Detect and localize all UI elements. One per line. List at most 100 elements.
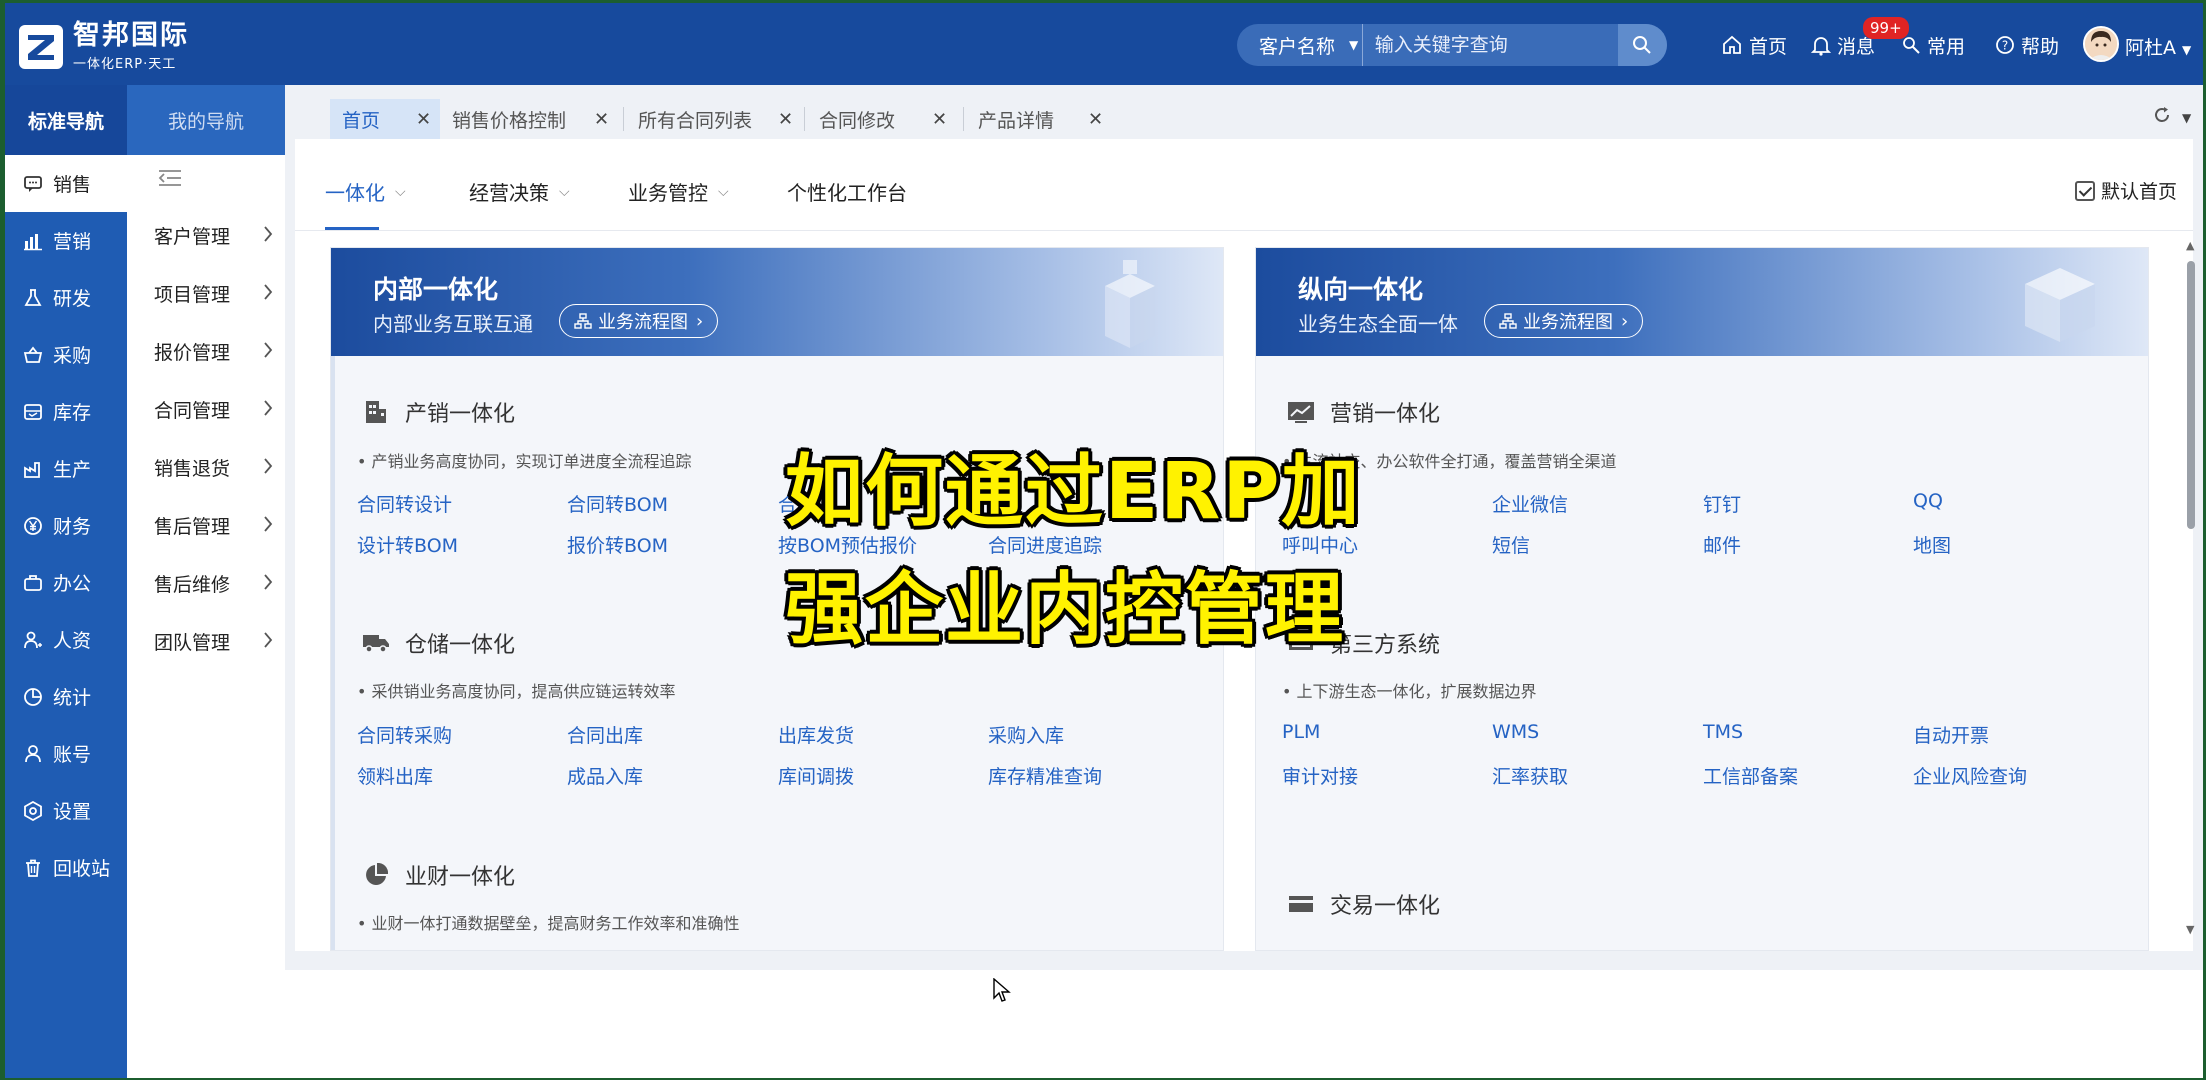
sidebar-item[interactable]: 库存 (5, 383, 127, 440)
submenu-item[interactable]: 客户管理 (127, 206, 285, 264)
tab-integration[interactable]: 一体化 ⌵ (325, 177, 406, 206)
sidebar-item[interactable]: 账号 (5, 725, 127, 782)
tab-business-decision[interactable]: 经营决策 ⌵ (469, 177, 570, 206)
tab-standard-nav[interactable]: 标准导航 (5, 85, 127, 155)
group-description: • 上下游生态一体化，扩展数据边界 (1282, 682, 1537, 701)
default-home-checkbox[interactable]: 默认首页 (2075, 177, 2177, 204)
page-tab-contract-list[interactable]: 所有合同列表 ✕ (638, 99, 793, 139)
link-quote-to-bom[interactable]: 报价转BOM (567, 531, 668, 558)
submenu-item[interactable]: 项目管理 (127, 264, 285, 322)
flow-chart-icon (574, 313, 592, 329)
tab-label: 业务管控 (628, 181, 708, 205)
sidebar-item[interactable]: 销售 (5, 155, 127, 212)
group-description: • 产销业务高度协同，实现订单进度全流程追踪 (357, 452, 692, 471)
close-icon[interactable]: ✕ (778, 109, 793, 130)
scroll-up-icon[interactable]: ▲ (2186, 239, 2194, 252)
link-audit[interactable]: 审计对接 (1282, 762, 1358, 789)
link-contract-to-purchase[interactable]: 合同转采购 (357, 721, 452, 748)
link-sms[interactable]: 短信 (1492, 531, 1530, 558)
submenu-item[interactable]: 报价管理 (127, 322, 285, 380)
sidebar-item[interactable]: 办公 (5, 554, 127, 611)
link-design-to-bom[interactable]: 设计转BOM (357, 531, 458, 558)
close-icon[interactable]: ✕ (932, 109, 947, 130)
submenu-item[interactable]: 合同管理 (127, 380, 285, 438)
link-contract-to-bom[interactable]: 合同转BOM (567, 490, 668, 517)
top-nav-help[interactable]: ? 帮助 (1995, 27, 2059, 63)
sidebar-item[interactable]: 人资 (5, 611, 127, 668)
top-nav-home[interactable]: 首页 (1721, 27, 1787, 63)
page-tab-price-control[interactable]: 销售价格控制 ✕ (452, 99, 612, 139)
search-button[interactable] (1617, 24, 1667, 66)
chevron-right-icon (263, 457, 273, 480)
flow-chart-button[interactable]: 业务流程图 › (559, 304, 719, 338)
link-tms[interactable]: TMS (1703, 721, 1743, 743)
close-icon[interactable]: ✕ (416, 109, 431, 130)
link-purchase-inbound[interactable]: 采购入库 (988, 721, 1064, 748)
close-icon[interactable]: ✕ (1088, 109, 1103, 130)
sidebar-item[interactable]: 采购 (5, 326, 127, 383)
scroll-thumb[interactable] (2187, 261, 2195, 529)
group-description: • 采供销业务高度协同，提高供应链运转效率 (357, 682, 676, 701)
logo-name: 智邦国际 (73, 20, 189, 51)
logo[interactable]: 智邦国际 一体化ERP·天工 (19, 21, 189, 72)
active-tab-indicator (325, 227, 379, 230)
link-dingtalk[interactable]: 钉钉 (1703, 490, 1741, 517)
close-icon[interactable]: ✕ (594, 109, 609, 130)
link-finished-inbound[interactable]: 成品入库 (567, 762, 643, 789)
link-material-outbound[interactable]: 领料出库 (357, 762, 433, 789)
scroll-down-icon[interactable]: ▼ (2186, 923, 2194, 936)
avatar[interactable] (2083, 26, 2119, 62)
sidebar-item-label: 设置 (53, 801, 92, 823)
user-menu[interactable]: 阿杜A ▼ (2125, 33, 2191, 60)
link-outbound-shipping[interactable]: 出库发货 (778, 721, 854, 748)
sidebar-item[interactable]: 营销 (5, 212, 127, 269)
sidebar-item[interactable]: 研发 (5, 269, 127, 326)
sidebar-item[interactable]: 设置 (5, 782, 127, 839)
collapse-menu-icon[interactable] (157, 168, 183, 192)
tab-business-control[interactable]: 业务管控 ⌵ (628, 177, 729, 206)
sidebar-item[interactable]: 回收站 (5, 839, 127, 896)
tab-personal-workspace[interactable]: 个性化工作台 (787, 177, 907, 206)
link-inventory-query[interactable]: 库存精准查询 (988, 762, 1102, 789)
link-auto-invoice[interactable]: 自动开票 (1913, 721, 1989, 748)
search-input[interactable] (1362, 24, 1618, 66)
sidebar-item-label: 财务 (53, 516, 92, 538)
link-miit-filing[interactable]: 工信部备案 (1703, 762, 1798, 789)
sidebar-item-label: 销售 (53, 174, 92, 196)
settings-icon (21, 799, 45, 823)
submenu-item-label: 客户管理 (154, 225, 231, 248)
search-category-select[interactable]: 客户名称 ▼ (1237, 24, 1363, 66)
link-contract-outbound[interactable]: 合同出库 (567, 721, 643, 748)
tabs-dropdown-icon[interactable]: ▼ (2182, 111, 2191, 125)
page-tab-product-detail[interactable]: 产品详情 ✕ (978, 99, 1108, 139)
chevron-down-icon: ⌵ (395, 183, 406, 200)
sidebar-item-label: 营销 (53, 231, 92, 253)
link-plm[interactable]: PLM (1282, 721, 1320, 743)
link-map[interactable]: 地图 (1913, 531, 1951, 558)
group-title-finance: 业财一体化 (361, 859, 515, 891)
submenu-item[interactable]: 售后维修 (127, 554, 285, 612)
sidebar-item[interactable]: 生产 (5, 440, 127, 497)
submenu-item[interactable]: 销售退货 (127, 438, 285, 496)
link-qq[interactable]: QQ (1913, 490, 1943, 512)
link-wms[interactable]: WMS (1492, 721, 1539, 743)
link-email[interactable]: 邮件 (1703, 531, 1741, 558)
link-warehouse-transfer[interactable]: 库间调拨 (778, 762, 854, 789)
link-exchange-rate[interactable]: 汇率获取 (1492, 762, 1568, 789)
submenu-item[interactable]: 售后管理 (127, 496, 285, 554)
chevron-right-icon (263, 515, 273, 538)
top-nav-common[interactable]: 常用 (1901, 27, 1965, 63)
tab-my-nav[interactable]: 我的导航 (127, 85, 285, 155)
link-wecom[interactable]: 企业微信 (1492, 490, 1568, 517)
link-contract-to-design[interactable]: 合同转设计 (357, 490, 452, 517)
chevron-down-icon: ⌵ (559, 183, 570, 200)
submenu-item[interactable]: 团队管理 (127, 612, 285, 670)
page-tab-contract-edit[interactable]: 合同修改 ✕ (819, 99, 949, 139)
page-tab-home[interactable]: 首页 ✕ (330, 99, 440, 139)
refresh-icon[interactable] (2152, 105, 2172, 129)
vertical-scrollbar[interactable]: ▲ ▼ (2185, 239, 2197, 939)
flow-chart-button[interactable]: 业务流程图 › (1484, 304, 1644, 338)
sidebar-item[interactable]: 财务 (5, 497, 127, 554)
sidebar-item[interactable]: 统计 (5, 668, 127, 725)
link-enterprise-risk[interactable]: 企业风险查询 (1913, 762, 2027, 789)
